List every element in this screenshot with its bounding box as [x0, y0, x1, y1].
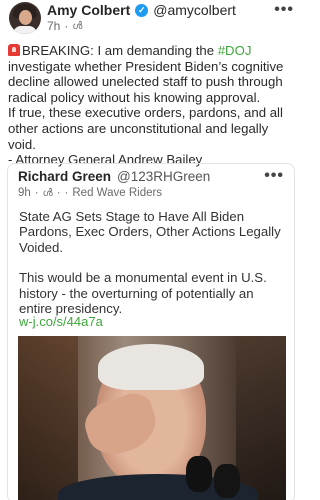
author-handle[interactable]: @amycolbert: [153, 2, 236, 18]
author-name[interactable]: Amy Colbert: [47, 2, 130, 18]
post-body: BREAKING: I am demanding the #DOJ invest…: [8, 43, 298, 168]
photo-microphone: [186, 456, 212, 492]
photo-microphone: [214, 464, 240, 498]
quoted-paragraph-2: This would be a monumental event in U.S.…: [19, 270, 267, 317]
quoted-post-card[interactable]: Richard Green @123RHGreen ••• 9h · ൾ · ·…: [7, 163, 295, 500]
post-body-rest: investigate whether President Biden’s co…: [8, 58, 284, 105]
audience-icon: ൾ: [42, 187, 53, 199]
quoted-post-photo[interactable]: [18, 336, 286, 500]
quoted-meta-separator: ·: [34, 187, 39, 199]
quoted-meta-separator: ·: [64, 187, 69, 199]
quoted-group-name[interactable]: Red Wave Riders: [72, 187, 162, 199]
quoted-post-header: Richard Green @123RHGreen: [18, 169, 210, 184]
hashtag-doj[interactable]: #DOJ: [218, 43, 252, 58]
audience-icon: ൾ: [72, 20, 83, 32]
quoted-more-options-icon[interactable]: •••: [264, 167, 284, 185]
post-meta: 7h · ൾ: [47, 19, 82, 33]
quoted-link[interactable]: w-j.co/s/44a7a: [19, 314, 103, 329]
post-header: Amy Colbert ✓ @amycolbert: [47, 2, 236, 18]
post-time: 7h: [47, 19, 61, 33]
avatar-shirt: [13, 26, 37, 34]
quoted-paragraph-1: State AG Sets Stage to Have All Biden Pa…: [19, 209, 281, 255]
author-avatar[interactable]: [9, 2, 41, 34]
quoted-post-meta: 9h · ൾ · · Red Wave Riders: [18, 187, 162, 199]
more-options-icon[interactable]: •••: [274, 1, 294, 19]
quoted-post-time: 9h: [18, 187, 31, 199]
avatar-face: [19, 10, 32, 25]
photo-background-left: [18, 336, 78, 500]
siren-icon: [8, 44, 20, 56]
quoted-author-name[interactable]: Richard Green: [18, 169, 111, 184]
post-body-prefix: BREAKING: I am demanding the: [22, 43, 218, 58]
verified-check-icon: ✓: [135, 3, 149, 17]
post-body-line2: If true, these executive orders, pardons…: [8, 105, 283, 152]
photo-background-right: [236, 336, 286, 500]
photo-person-hair: [98, 344, 204, 390]
meta-separator: ·: [64, 19, 69, 33]
quoted-author-handle[interactable]: @123RHGreen: [117, 169, 210, 184]
quoted-meta-separator: ·: [56, 187, 61, 199]
